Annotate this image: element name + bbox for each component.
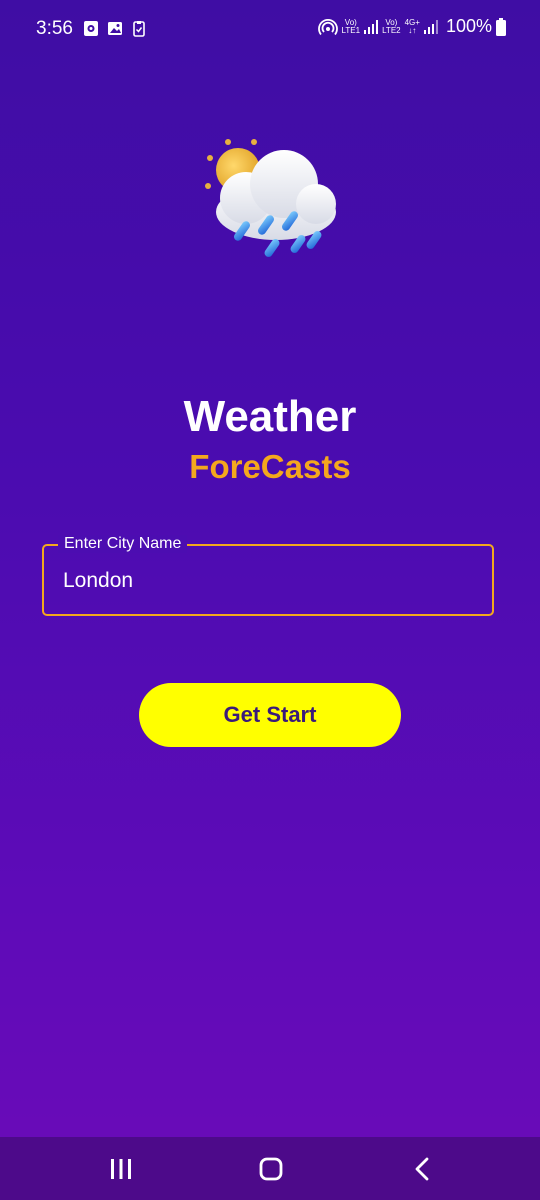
back-icon[interactable] — [408, 1155, 438, 1183]
home-icon[interactable] — [256, 1155, 286, 1183]
sim1-lte: LTE1 — [341, 25, 361, 35]
battery-icon — [496, 17, 506, 36]
hotspot-icon — [317, 18, 338, 35]
weather-cloud-sun-rain-icon — [205, 139, 336, 257]
notification-icon — [84, 21, 98, 36]
status-notification-icons — [83, 20, 147, 37]
get-start-button[interactable]: Get Start — [139, 683, 401, 747]
app-subtitle: ForeCasts — [189, 448, 351, 485]
sim1-label: Vo) LTE1 — [341, 18, 361, 35]
city-input[interactable] — [63, 566, 463, 596]
battery-percent: 100% — [445, 16, 492, 36]
data-arrows-icon: ↓↑ — [408, 25, 417, 35]
signal-icon — [364, 19, 379, 34]
app-title: Weather — [183, 392, 357, 441]
sim2-label: Vo) LTE2 — [382, 18, 401, 35]
signal-icon — [423, 19, 438, 34]
recent-apps-icon[interactable] — [106, 1155, 136, 1183]
city-field-label: Enter City Name — [58, 535, 188, 553]
status-time: 3:56 — [36, 18, 73, 39]
sim2-lte: LTE2 — [382, 25, 401, 35]
city-field[interactable]: Enter City Name — [42, 535, 494, 616]
network-type: 4G+ ↓↑ — [405, 18, 420, 35]
status-system-icons: Vo) LTE1 Vo) LTE2 4G+ ↓↑ 100% — [317, 16, 506, 37]
clipboard-icon — [133, 21, 145, 37]
navigation-bar — [0, 1137, 540, 1200]
status-bar: 3:56 Vo) LTE1 Vo) LTE2 4G+ ↓↑ 100% — [0, 0, 540, 60]
gallery-icon — [108, 22, 122, 35]
